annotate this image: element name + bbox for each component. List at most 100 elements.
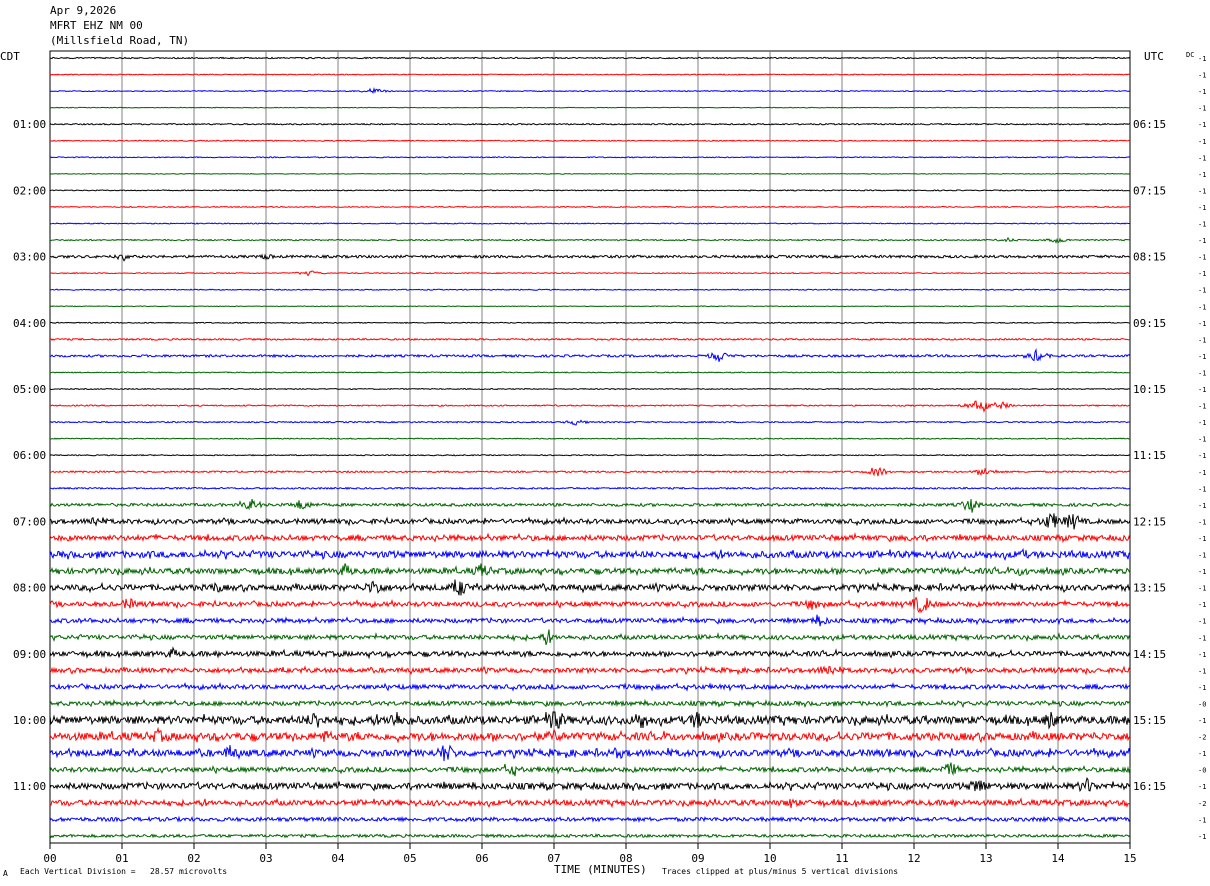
trace-red [50,205,1131,209]
dc-offset-label: -0 [1198,700,1206,708]
trace-red [49,270,1131,277]
x-tick-label: 03 [259,852,272,865]
right-hour-label: 16:15 [1133,780,1166,793]
trace-green [49,236,1131,244]
dc-offset-label: -1 [1198,336,1206,344]
left-hour-label: 07:00 [13,515,46,528]
left-hour-label: 02:00 [13,184,46,197]
dc-offset-label: -1 [1198,717,1206,725]
dc-offset-label: -1 [1198,783,1206,791]
trace-black [49,776,1131,793]
trace-green [49,106,1131,109]
dc-offset-label: -1 [1198,750,1206,758]
trace-red [49,726,1131,744]
dc-offset-label: -1 [1198,171,1206,179]
dc-offset-label: -1 [1198,684,1206,692]
dc-offset-label: -1 [1198,485,1206,493]
dc-offset-label: -1 [1198,419,1206,427]
seismogram-plot: 00 01 02 03 04 05 06 07 08 09 10 11 12 13 14 15-1-1-1-1… [13,50,1206,865]
trace-blue [49,288,1131,291]
trace-black [49,646,1131,660]
dc-offset-label: -1 [1198,833,1206,841]
trace-green [49,437,1131,440]
dc-offset-label: -1 [1198,452,1206,460]
right-hour-label: 10:15 [1133,383,1166,396]
dc-offset-label: -1 [1198,121,1206,129]
trace-green [49,371,1131,374]
x-axis-title: TIME (MINUTES) [554,863,647,876]
dc-offset-label: -1 [1198,154,1206,162]
dc-offset-label: -1 [1198,585,1206,593]
x-tick-label: 13 [979,852,992,865]
trace-green [49,833,1131,839]
dc-offset-label: -1 [1198,369,1206,377]
trace-red [50,337,1131,341]
right-hour-label: 15:15 [1133,714,1166,727]
trace-blue [49,419,1131,426]
dc-offset-label: -1 [1198,187,1206,195]
trace-blue [49,547,1131,561]
dc-offset-label: -0 [1198,767,1206,775]
dc-offset-label: -1 [1198,651,1206,659]
trace-green [49,498,1131,513]
trace-blue [49,348,1131,362]
right-hour-label: 12:15 [1133,515,1166,528]
dc-offset-label: -1 [1198,552,1206,560]
dc-offset-label: -1 [1198,88,1206,96]
right-hour-label: 13:15 [1133,582,1166,595]
x-tick-label: 09 [691,852,704,865]
dc-offset-label: -1 [1198,518,1206,526]
trace-black [50,321,1131,325]
dc-offset-label: -1 [1198,105,1206,113]
left-hour-label: 06:00 [13,449,46,462]
scale-note: Each Vertical Division = 28.57 microvolt… [20,867,228,876]
dc-offset-label: -1 [1198,634,1206,642]
trace-red [49,797,1131,809]
trace-black [49,122,1131,126]
trace-green [49,762,1131,777]
x-tick-label: 11 [835,852,848,865]
x-tick-label: 15 [1123,852,1136,865]
x-tick-label: 00 [43,852,56,865]
trace-red [49,466,1131,477]
trace-black [49,711,1131,730]
trace-red [50,139,1131,142]
trace-red [49,532,1131,544]
trace-red [49,665,1131,676]
left-hour-label: 08:00 [13,582,46,595]
clip-note: Traces clipped at plus/minus 5 vertical … [662,867,899,876]
right-hour-label: 06:15 [1133,118,1166,131]
trace-red [49,400,1131,413]
dc-offset-label: -1 [1198,270,1206,278]
dc-offset-label: -1 [1198,55,1206,63]
dc-offset-label: -1 [1198,403,1206,411]
right-hour-label: 14:15 [1133,648,1166,661]
dc-offset-label: -1 [1198,535,1206,543]
trace-green [49,629,1131,646]
dc-offset-label: -1 [1198,469,1206,477]
dc-offset-label: -2 [1198,734,1206,742]
dc-offset-label: -1 [1198,568,1206,576]
trace-green [49,172,1131,175]
right-hour-label: 08:15 [1133,251,1166,264]
dc-offset-label: -1 [1198,502,1206,510]
left-hour-label: 05:00 [13,383,46,396]
trace-red [49,596,1131,614]
plot-frame [49,50,1131,844]
dc-offset-label: -1 [1198,72,1206,80]
trace-green [49,698,1131,709]
left-hour-label: 04:00 [13,317,46,330]
trace-black [49,453,1131,457]
dc-offset-label: -1 [1198,667,1206,675]
x-tick-label: 01 [115,852,128,865]
trace-green [49,563,1131,577]
trace-blue [49,744,1131,762]
trace-blue [49,815,1131,824]
x-tick-label: 02 [187,852,200,865]
right-hour-label: 11:15 [1133,449,1166,462]
dc-offset-label: -1 [1198,237,1206,245]
dc-offset-label: -1 [1198,254,1206,262]
trace-blue [49,86,1131,94]
left-hour-label: 11:00 [13,780,46,793]
trace-black [49,189,1130,192]
